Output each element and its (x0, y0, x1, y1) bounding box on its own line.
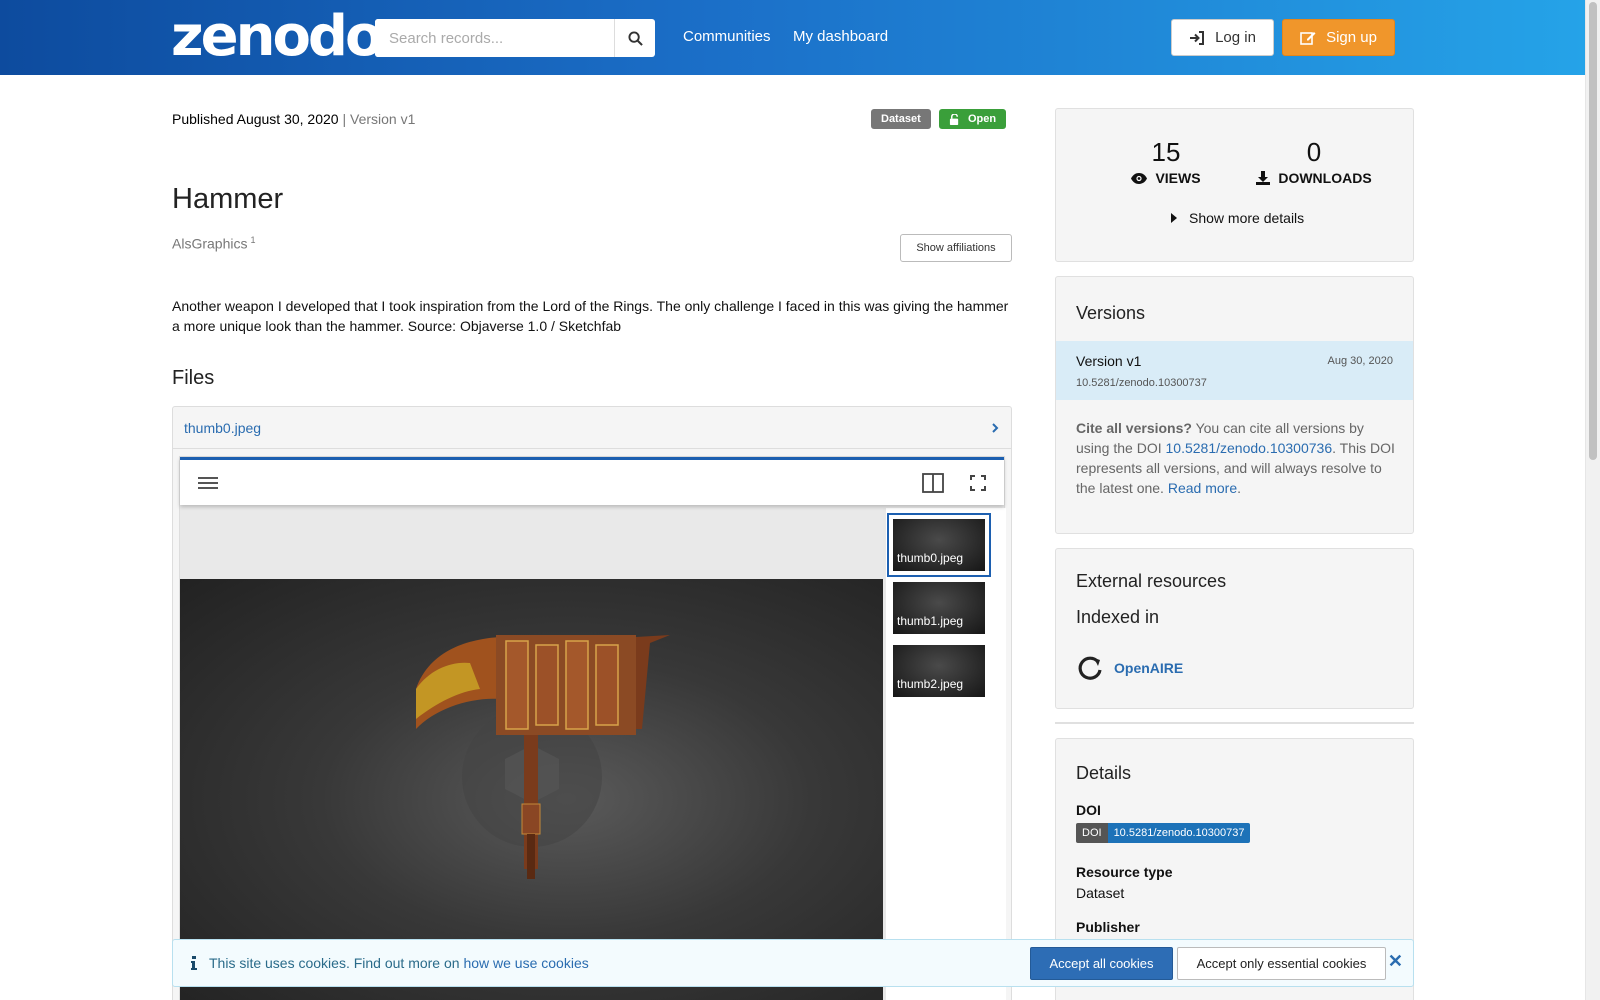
views-label-row: VIEWS (1121, 170, 1211, 186)
version-text: Version v1 (350, 111, 416, 127)
indexed-in-heading: Indexed in (1076, 607, 1160, 627)
record-title: Hammer (172, 183, 284, 215)
author[interactable]: AlsGraphics 1 (172, 235, 255, 252)
page-scrollbar[interactable] (1585, 0, 1600, 1000)
cookie-message: This site uses cookies. Find out more on… (191, 955, 589, 971)
info-icon (191, 956, 197, 970)
access-badge-label: Open (968, 113, 997, 125)
cookie-banner: This site uses cookies. Find out more on… (172, 939, 1414, 987)
accept-all-cookies-button[interactable]: Accept all cookies (1030, 947, 1173, 980)
published-date: Published August 30, 2020 (172, 111, 339, 127)
author-affiliation-ref: 1 (250, 235, 256, 245)
signup-button[interactable]: Sign up (1282, 19, 1395, 56)
close-icon[interactable]: ✕ (1388, 951, 1403, 972)
edit-icon (1300, 31, 1316, 45)
versions-heading: Versions (1076, 303, 1146, 323)
viewer-toolbar-right (922, 472, 986, 493)
views-stat: 15 VIEWS (1121, 137, 1211, 186)
caret-right-icon (1171, 213, 1177, 223)
resource-type-value: Dataset (1076, 885, 1125, 901)
thumbnail-label: thumb0.jpeg (897, 551, 964, 565)
files-panel: thumb0.jpeg thumb0.jpeg thumb1.jpeg thum… (172, 406, 1012, 1000)
openaire-label[interactable]: OpenAIRE (1114, 660, 1183, 676)
openaire-link[interactable]: OpenAIRE (1076, 654, 1183, 682)
download-icon (1256, 171, 1271, 185)
cookie-text: This site uses cookies. Find out more on (209, 955, 464, 971)
thumbnail-2[interactable]: thumb2.jpeg (893, 645, 985, 697)
site-header: zenodo Communities My dashboard Log in S… (0, 0, 1585, 75)
version-name[interactable]: Version v1 (1076, 353, 1141, 369)
hammer-render (416, 635, 670, 879)
cite-all-versions: Cite all versions? You can cite all vers… (1076, 418, 1398, 498)
menu-icon[interactable] (198, 475, 218, 491)
downloads-count: 0 (1306, 137, 1322, 167)
thumbnail-0[interactable]: thumb0.jpeg (887, 513, 991, 577)
external-resources-heading: External resources (1076, 571, 1227, 591)
cite-period: . (1237, 480, 1241, 496)
zenodo-logo[interactable]: zenodo (171, 6, 383, 68)
nav-my-dashboard[interactable]: My dashboard (793, 28, 888, 45)
sidebar-divider (1055, 722, 1414, 724)
version-separator: | (338, 111, 350, 127)
concept-doi-link[interactable]: 10.5281/zenodo.10300736 (1166, 440, 1333, 456)
versions-card: Versions Version v1 Aug 30, 2020 10.5281… (1055, 276, 1414, 534)
thumbnail-1[interactable]: thumb1.jpeg (893, 582, 985, 634)
show-more-details-toggle[interactable]: Show more details (1171, 210, 1304, 226)
book-view-icon[interactable] (922, 472, 944, 493)
stats-card: 15 VIEWS 0 DOWNLOADS Show more details (1055, 108, 1414, 262)
login-button[interactable]: Log in (1171, 19, 1274, 56)
hammer-image (180, 579, 883, 1000)
login-label: Log in (1215, 29, 1256, 46)
signup-label: Sign up (1326, 29, 1377, 46)
search-icon (627, 30, 643, 46)
downloads-label: DOWNLOADS (1278, 170, 1372, 186)
downloads-stat: 0 DOWNLOADS (1254, 137, 1374, 186)
version-item[interactable]: Version v1 Aug 30, 2020 10.5281/zenodo.1… (1056, 341, 1413, 400)
show-affiliations-button[interactable]: Show affiliations (900, 234, 1012, 262)
publication-info: Published August 30, 2020 | Version v1 (172, 111, 415, 127)
doi-badge-value: 10.5281/zenodo.10300737 (1107, 823, 1251, 843)
publisher-label: Publisher (1076, 919, 1140, 935)
scrollbar-thumb[interactable] (1589, 2, 1597, 460)
viewer-toolbar (180, 457, 1004, 505)
views-label: VIEWS (1155, 170, 1201, 186)
thumbnail-label: thumb1.jpeg (897, 614, 964, 628)
author-name[interactable]: AlsGraphics (172, 236, 247, 252)
resource-type-label: Resource type (1076, 864, 1173, 880)
file-header[interactable]: thumb0.jpeg (173, 407, 1011, 449)
search-bar (375, 19, 655, 57)
fullscreen-icon[interactable] (970, 474, 986, 491)
nav-communities[interactable]: Communities (683, 28, 771, 45)
cookie-policy-link[interactable]: how we use cookies (463, 955, 588, 971)
resource-type-badge: Dataset (871, 109, 931, 129)
accept-essential-cookies-button[interactable]: Accept only essential cookies (1177, 947, 1386, 980)
image-viewer: thumb0.jpeg thumb1.jpeg thumb2.jpeg (179, 456, 1006, 1000)
version-date: Aug 30, 2020 (1327, 355, 1393, 367)
search-button[interactable] (614, 19, 655, 57)
thumbnail-strip: thumb0.jpeg thumb1.jpeg thumb2.jpeg (886, 508, 1006, 1000)
openaire-icon (1078, 656, 1102, 680)
doi-label: DOI (1076, 802, 1101, 818)
read-more-link[interactable]: Read more (1168, 480, 1237, 496)
record-description: Another weapon I developed that I took i… (172, 298, 1009, 334)
details-heading: Details (1076, 763, 1132, 783)
access-badge: Open (939, 109, 1007, 129)
downloads-label-row: DOWNLOADS (1254, 170, 1374, 186)
doi-badge[interactable]: DOI 10.5281/zenodo.10300737 (1076, 823, 1251, 843)
doi-badge-key: DOI (1076, 823, 1108, 843)
chevron-right-icon[interactable] (990, 422, 1000, 434)
version-doi: 10.5281/zenodo.10300737 (1076, 377, 1207, 389)
cite-all-versions-bold: Cite all versions? (1076, 420, 1192, 436)
show-more-details-label: Show more details (1189, 210, 1305, 226)
eye-icon (1131, 172, 1148, 184)
viewer-canvas[interactable] (180, 508, 883, 1000)
external-resources-card: External resources Indexed in OpenAIRE (1055, 548, 1414, 709)
views-count: 15 (1151, 137, 1181, 167)
search-input[interactable] (375, 19, 614, 57)
thumbnail-label: thumb2.jpeg (897, 677, 964, 691)
file-link[interactable]: thumb0.jpeg (184, 420, 261, 436)
sign-in-icon (1190, 30, 1205, 45)
files-heading: Files (172, 367, 215, 389)
unlock-icon (949, 113, 959, 125)
